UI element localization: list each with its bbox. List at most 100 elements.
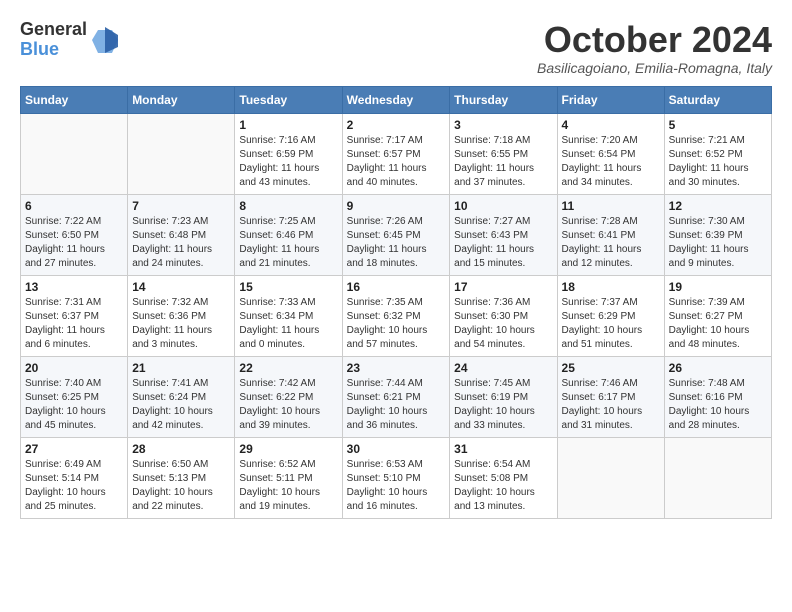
day-number: 15 <box>239 280 337 294</box>
day-number: 26 <box>669 361 767 375</box>
calendar-cell: 4 Sunrise: 7:20 AM Sunset: 6:54 PM Daylig… <box>557 113 664 194</box>
day-info: Sunrise: 7:45 AM Sunset: 6:19 PM Dayligh… <box>454 377 552 433</box>
day-info: Sunrise: 7:21 AM Sunset: 6:52 PM Dayligh… <box>669 134 767 190</box>
calendar-cell: 12 Sunrise: 7:30 AM Sunset: 6:39 PM Dayli… <box>664 194 771 275</box>
calendar-cell <box>21 113 128 194</box>
week-row-0: 1 Sunrise: 7:16 AM Sunset: 6:59 PM Daylig… <box>21 113 772 194</box>
calendar-cell: 8Sunrise: 7:25 AM Sunset: 6:46 PM Daylig… <box>235 194 342 275</box>
calendar-cell: 28 Sunrise: 6:50 AM Sunset: 5:13 PM Dayli… <box>128 437 235 518</box>
day-info: Sunrise: 7:23 AM Sunset: 6:48 PM Dayligh… <box>132 215 230 271</box>
calendar-cell: 29Sunrise: 6:52 AM Sunset: 5:11 PM Dayli… <box>235 437 342 518</box>
calendar-cell: 13Sunrise: 7:31 AM Sunset: 6:37 PM Dayli… <box>21 275 128 356</box>
header-day-saturday: Saturday <box>664 86 771 113</box>
day-number: 30 <box>347 442 446 456</box>
day-number: 8 <box>239 199 337 213</box>
calendar-cell: 25Sunrise: 7:46 AM Sunset: 6:17 PM Dayli… <box>557 356 664 437</box>
calendar-cell <box>664 437 771 518</box>
day-number: 19 <box>669 280 767 294</box>
day-number: 24 <box>454 361 552 375</box>
logo: General Blue <box>20 20 120 60</box>
day-info: Sunrise: 7:30 AM Sunset: 6:39 PM Dayligh… <box>669 215 767 271</box>
day-info: Sunrise: 7:31 AM Sunset: 6:37 PM Dayligh… <box>25 296 123 352</box>
day-info: Sunrise: 7:20 AM Sunset: 6:54 PM Dayligh… <box>562 134 660 190</box>
calendar-cell: 21 Sunrise: 7:41 AM Sunset: 6:24 PM Dayli… <box>128 356 235 437</box>
day-info: Sunrise: 6:53 AM Sunset: 5:10 PM Dayligh… <box>347 458 446 514</box>
day-number: 1 <box>239 118 337 132</box>
day-number: 6 <box>25 199 123 213</box>
calendar-cell: 11 Sunrise: 7:28 AM Sunset: 6:41 PM Dayli… <box>557 194 664 275</box>
calendar-cell: 14Sunrise: 7:32 AM Sunset: 6:36 PM Dayli… <box>128 275 235 356</box>
calendar-cell: 2Sunrise: 7:17 AM Sunset: 6:57 PM Daylig… <box>342 113 450 194</box>
day-info: Sunrise: 7:28 AM Sunset: 6:41 PM Dayligh… <box>562 215 660 271</box>
calendar-cell: 19 Sunrise: 7:39 AM Sunset: 6:27 PM Dayli… <box>664 275 771 356</box>
day-info: Sunrise: 6:50 AM Sunset: 5:13 PM Dayligh… <box>132 458 230 514</box>
day-info: Sunrise: 7:41 AM Sunset: 6:24 PM Dayligh… <box>132 377 230 433</box>
calendar-cell: 31Sunrise: 6:54 AM Sunset: 5:08 PM Dayli… <box>450 437 557 518</box>
title-section: October 2024 Basilicagoiano, Emilia-Roma… <box>537 20 772 76</box>
day-info: Sunrise: 7:44 AM Sunset: 6:21 PM Dayligh… <box>347 377 446 433</box>
day-info: Sunrise: 7:17 AM Sunset: 6:57 PM Dayligh… <box>347 134 446 190</box>
day-info: Sunrise: 7:22 AM Sunset: 6:50 PM Dayligh… <box>25 215 123 271</box>
logo-general-text: General <box>20 19 87 39</box>
calendar-cell: 10Sunrise: 7:27 AM Sunset: 6:43 PM Dayli… <box>450 194 557 275</box>
calendar-table: SundayMondayTuesdayWednesdayThursdayFrid… <box>20 86 772 519</box>
calendar-cell: 26Sunrise: 7:48 AM Sunset: 6:16 PM Dayli… <box>664 356 771 437</box>
week-row-4: 27Sunrise: 6:49 AM Sunset: 5:14 PM Dayli… <box>21 437 772 518</box>
day-number: 28 <box>132 442 230 456</box>
day-number: 27 <box>25 442 123 456</box>
day-number: 14 <box>132 280 230 294</box>
week-row-2: 13Sunrise: 7:31 AM Sunset: 6:37 PM Dayli… <box>21 275 772 356</box>
calendar-cell: 20Sunrise: 7:40 AM Sunset: 6:25 PM Dayli… <box>21 356 128 437</box>
day-number: 16 <box>347 280 446 294</box>
day-info: Sunrise: 7:39 AM Sunset: 6:27 PM Dayligh… <box>669 296 767 352</box>
day-info: Sunrise: 7:37 AM Sunset: 6:29 PM Dayligh… <box>562 296 660 352</box>
header-day-sunday: Sunday <box>21 86 128 113</box>
day-info: Sunrise: 6:52 AM Sunset: 5:11 PM Dayligh… <box>239 458 337 514</box>
calendar-cell: 5 Sunrise: 7:21 AM Sunset: 6:52 PM Daylig… <box>664 113 771 194</box>
day-number: 5 <box>669 118 767 132</box>
day-number: 12 <box>669 199 767 213</box>
calendar-cell <box>128 113 235 194</box>
day-number: 22 <box>239 361 337 375</box>
day-number: 23 <box>347 361 446 375</box>
calendar-cell: 15 Sunrise: 7:33 AM Sunset: 6:34 PM Dayli… <box>235 275 342 356</box>
day-info: Sunrise: 7:36 AM Sunset: 6:30 PM Dayligh… <box>454 296 552 352</box>
day-number: 11 <box>562 199 660 213</box>
header-day-monday: Monday <box>128 86 235 113</box>
calendar-header: SundayMondayTuesdayWednesdayThursdayFrid… <box>21 86 772 113</box>
calendar-cell: 3Sunrise: 7:18 AM Sunset: 6:55 PM Daylig… <box>450 113 557 194</box>
header-day-thursday: Thursday <box>450 86 557 113</box>
day-number: 21 <box>132 361 230 375</box>
day-info: Sunrise: 7:26 AM Sunset: 6:45 PM Dayligh… <box>347 215 446 271</box>
calendar-cell: 27Sunrise: 6:49 AM Sunset: 5:14 PM Dayli… <box>21 437 128 518</box>
calendar-cell: 22 Sunrise: 7:42 AM Sunset: 6:22 PM Dayli… <box>235 356 342 437</box>
day-number: 3 <box>454 118 552 132</box>
calendar-cell <box>557 437 664 518</box>
header-day-wednesday: Wednesday <box>342 86 450 113</box>
day-number: 18 <box>562 280 660 294</box>
week-row-3: 20Sunrise: 7:40 AM Sunset: 6:25 PM Dayli… <box>21 356 772 437</box>
day-number: 4 <box>562 118 660 132</box>
day-number: 20 <box>25 361 123 375</box>
logo-icon <box>90 25 120 55</box>
calendar-cell: 24 Sunrise: 7:45 AM Sunset: 6:19 PM Dayli… <box>450 356 557 437</box>
day-info: Sunrise: 7:46 AM Sunset: 6:17 PM Dayligh… <box>562 377 660 433</box>
day-info: Sunrise: 7:16 AM Sunset: 6:59 PM Dayligh… <box>239 134 337 190</box>
month-title: October 2024 <box>537 20 772 60</box>
calendar-cell: 23 Sunrise: 7:44 AM Sunset: 6:21 PM Dayli… <box>342 356 450 437</box>
header-day-friday: Friday <box>557 86 664 113</box>
day-info: Sunrise: 7:33 AM Sunset: 6:34 PM Dayligh… <box>239 296 337 352</box>
calendar-cell: 16Sunrise: 7:35 AM Sunset: 6:32 PM Dayli… <box>342 275 450 356</box>
calendar-cell: 17Sunrise: 7:36 AM Sunset: 6:30 PM Dayli… <box>450 275 557 356</box>
logo-blue-text: Blue <box>20 39 59 59</box>
day-number: 7 <box>132 199 230 213</box>
header-day-tuesday: Tuesday <box>235 86 342 113</box>
calendar-cell: 18 Sunrise: 7:37 AM Sunset: 6:29 PM Dayli… <box>557 275 664 356</box>
day-number: 10 <box>454 199 552 213</box>
location: Basilicagoiano, Emilia-Romagna, Italy <box>537 60 772 76</box>
day-info: Sunrise: 7:42 AM Sunset: 6:22 PM Dayligh… <box>239 377 337 433</box>
calendar-body: 1 Sunrise: 7:16 AM Sunset: 6:59 PM Daylig… <box>21 113 772 518</box>
header-row: SundayMondayTuesdayWednesdayThursdayFrid… <box>21 86 772 113</box>
day-number: 9 <box>347 199 446 213</box>
calendar-cell: 6 Sunrise: 7:22 AM Sunset: 6:50 PM Daylig… <box>21 194 128 275</box>
